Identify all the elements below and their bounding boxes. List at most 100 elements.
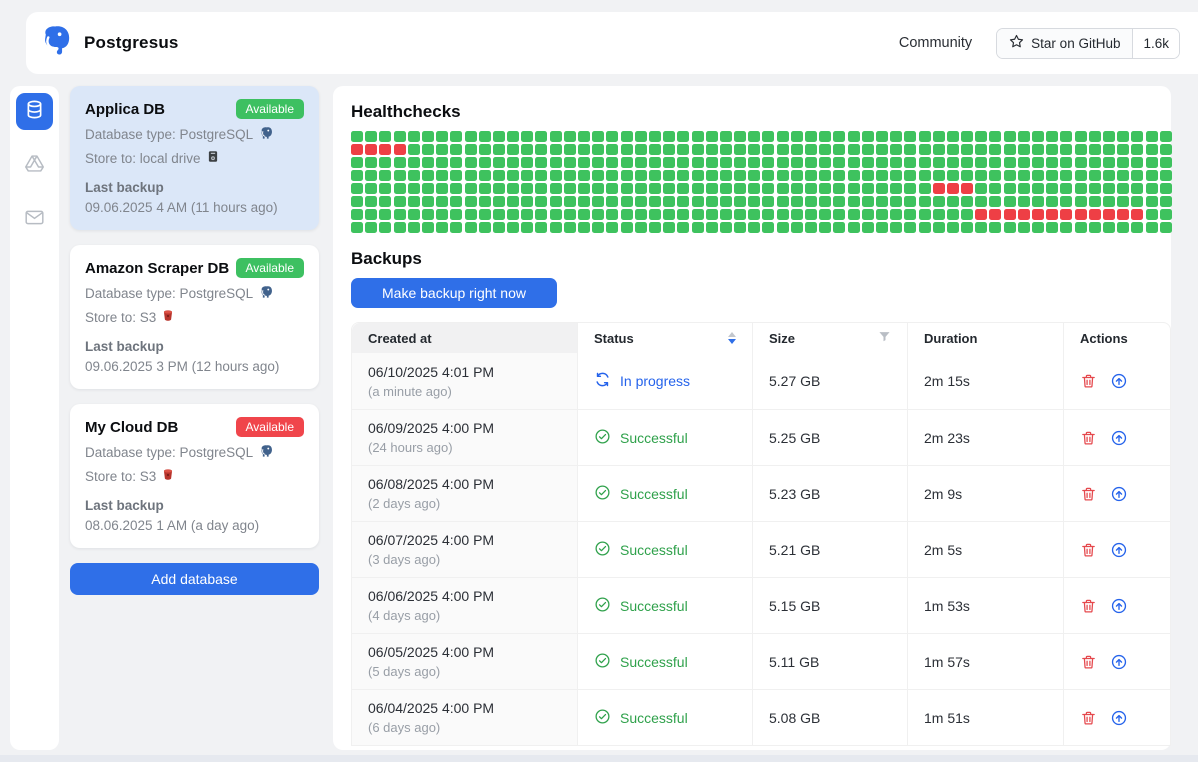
healthcheck-cell [379,170,391,181]
healthcheck-cell [1004,183,1016,194]
healthcheck-cell [465,157,477,168]
healthcheck-cell [422,131,434,142]
column-header-size[interactable]: Size [753,323,908,353]
add-database-button[interactable]: Add database [70,563,319,595]
healthcheck-cell [791,144,803,155]
healthcheck-cell [1060,209,1072,220]
delete-backup-icon[interactable] [1080,429,1097,447]
status-cell: Successful [578,410,753,465]
status-cell: Successful [578,522,753,577]
healthcheck-cell [1103,131,1115,142]
healthcheck-cell [833,170,845,181]
delete-backup-icon[interactable] [1080,653,1097,671]
healthcheck-cell [450,131,462,142]
healthcheck-cell [521,222,533,233]
healthcheck-cell [635,196,647,207]
healthcheck-cell [379,209,391,220]
healthcheck-cell [677,222,689,233]
healthcheck-cell [1103,170,1115,181]
healthcheck-cell [507,196,519,207]
column-header-status[interactable]: Status [578,323,753,353]
healthcheck-cell [1160,131,1172,142]
restore-backup-icon[interactable] [1110,709,1128,727]
github-star-button[interactable]: Star on GitHub 1.6k [996,28,1180,59]
sidebar-item-email[interactable] [16,201,53,238]
database-name: Applica DB [85,101,165,118]
healthcheck-cell [1146,144,1158,155]
restore-backup-icon[interactable] [1110,597,1128,615]
healthcheck-cell [479,157,491,168]
database-type-line: Database type: PostgreSQL [85,444,304,461]
healthcheck-cell [1160,222,1172,233]
healthcheck-cell [1004,209,1016,220]
brand[interactable]: Postgresus [38,24,179,63]
healthcheck-cell [1160,144,1172,155]
status-badge: Available [236,258,304,278]
healthcheck-cell [890,157,902,168]
healthcheck-cell [947,209,959,220]
restore-backup-icon[interactable] [1110,541,1128,559]
healthcheck-cell [578,222,590,233]
restore-backup-icon[interactable] [1110,372,1128,390]
delete-backup-icon[interactable] [1080,372,1097,390]
healthcheck-cell [606,144,618,155]
healthcheck-cell [635,131,647,142]
github-star-label: Star on GitHub [1031,36,1120,51]
healthcheck-cell [989,209,1001,220]
healthcheck-cell [989,222,1001,233]
delete-backup-icon[interactable] [1080,597,1097,615]
actions-cell [1064,410,1170,465]
healthcheck-cell [479,196,491,207]
main-panel: Healthchecks Backups Make backup right n… [333,86,1171,750]
healthcheck-cell [450,183,462,194]
healthcheck-cell [408,131,420,142]
healthcheck-cell [1018,183,1030,194]
filter-icon[interactable] [878,330,891,346]
healthcheck-cell [450,170,462,181]
delete-backup-icon[interactable] [1080,485,1097,503]
healthcheck-cell [507,183,519,194]
database-card[interactable]: My Cloud DBAvailableDatabase type: Postg… [70,404,319,548]
healthcheck-cell [791,157,803,168]
healthcheck-cell [1131,157,1143,168]
table-row: 06/08/2025 4:00 PM(2 days ago)Successful… [352,465,1170,521]
healthcheck-cell [1146,131,1158,142]
healthcheck-cell [394,131,406,142]
status-cell: In progress [578,353,753,409]
healthcheck-cell [833,183,845,194]
database-card[interactable]: Amazon Scraper DBAvailableDatabase type:… [70,245,319,389]
healthcheck-cell [975,183,987,194]
delete-backup-icon[interactable] [1080,541,1097,559]
restore-backup-icon[interactable] [1110,485,1128,503]
database-card[interactable]: Applica DBAvailableDatabase type: Postgr… [70,86,319,230]
restore-backup-icon[interactable] [1110,429,1128,447]
healthcheck-cell [748,144,760,155]
sort-icon[interactable] [728,332,736,344]
healthcheck-cell [521,157,533,168]
sidebar-item-storage[interactable] [16,147,53,184]
community-link[interactable]: Community [899,35,972,51]
backups-table: Created at Status Size Duration Actions … [351,322,1171,746]
healthcheck-cell [365,196,377,207]
healthcheck-cell [592,170,604,181]
healthcheck-cell [550,131,562,142]
healthcheck-cell [1131,209,1143,220]
healthcheck-cell [848,144,860,155]
healthcheck-cell [762,209,774,220]
sidebar-item-databases[interactable] [16,93,53,130]
healthcheck-cell [805,157,817,168]
healthcheck-cell [1032,131,1044,142]
healthcheck-cell [394,222,406,233]
make-backup-button[interactable]: Make backup right now [351,278,557,308]
restore-backup-icon[interactable] [1110,653,1128,671]
app-header: Postgresus Community Star on GitHub 1.6k [26,12,1198,74]
database-store-line: Store to: S3 [85,468,304,484]
healthcheck-cell [1060,131,1072,142]
healthcheck-cell [394,196,406,207]
delete-backup-icon[interactable] [1080,709,1097,727]
healthcheck-cell [1060,183,1072,194]
healthcheck-cell [606,170,618,181]
healthcheck-cell [1060,170,1072,181]
healthcheck-cell [848,183,860,194]
horizontal-scrollbar[interactable] [0,755,1198,762]
